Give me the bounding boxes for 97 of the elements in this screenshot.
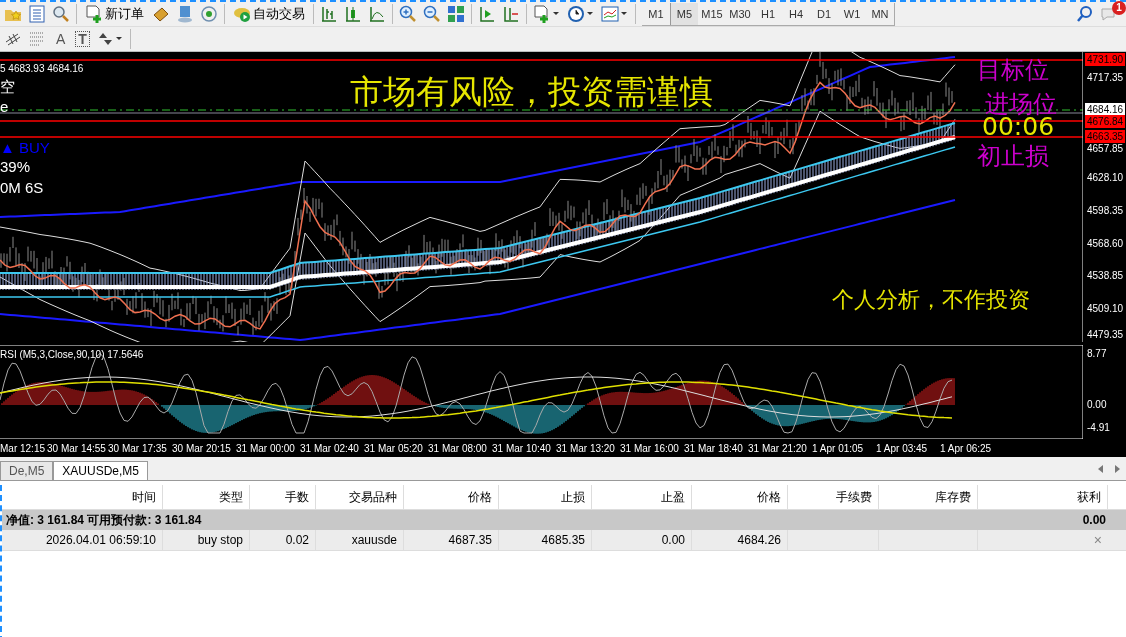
table-cell: 2026.04.01 06:59:10 [45, 533, 156, 547]
price-label: 4628.10 [1086, 171, 1125, 184]
time-label: 31 Mar 05:20 [364, 442, 424, 454]
zoom-in-icon[interactable] [399, 5, 417, 23]
search-icon[interactable] [1076, 5, 1094, 23]
price-label: 4676.84 [1085, 115, 1126, 128]
price-label: 4717.35 [1086, 71, 1125, 84]
clock-dropdown-icon[interactable] [567, 5, 595, 23]
table-cell: 4684.26 [737, 533, 781, 547]
zoom-out-icon[interactable] [423, 5, 441, 23]
price-label: 4731.90 [1085, 53, 1126, 66]
chart-annotation: 初止损 [977, 142, 1049, 171]
timeframe-button[interactable]: M15 [698, 2, 726, 25]
time-label: 31 Mar 13:20 [556, 442, 616, 454]
table-cell: 4685.35 [541, 533, 585, 547]
tile-windows-icon[interactable] [447, 5, 465, 23]
price-label: 4479.35 [1086, 328, 1125, 341]
text-tool[interactable]: A [52, 31, 70, 47]
price-label: 4657.85 [1086, 142, 1125, 155]
column-header[interactable]: 手续费 [788, 485, 879, 509]
account-summary: 净值: 3 161.84 可用预付款: 3 161.84 [6, 511, 202, 529]
template-dropdown-icon[interactable] [601, 5, 629, 23]
table-cell: 0.00 [661, 533, 685, 547]
chart-tab[interactable]: XAUUSDe,M5 [53, 461, 149, 480]
table-cell: xauusde [351, 533, 397, 547]
indicator-title: RSI (M5,3,Close,90,10) 17.5646 [0, 349, 144, 360]
line-chart-icon[interactable] [368, 5, 386, 23]
time-label: 30 Mar 17:35 [108, 442, 168, 454]
time-label: Mar 12:15 [0, 442, 47, 454]
column-header[interactable]: 价格 [692, 485, 788, 509]
column-header[interactable]: 库存费 [879, 485, 978, 509]
column-header[interactable]: 获利 [978, 485, 1108, 509]
info-text: 空 [0, 78, 15, 97]
auto-trading-button[interactable]: 自动交易 [231, 5, 307, 23]
column-header[interactable]: 止盈 [592, 485, 692, 509]
time-label: 31 Mar 02:40 [300, 442, 360, 454]
column-header[interactable]: 时间 [2, 485, 163, 509]
time-label: 30 Mar 14:55 [47, 442, 107, 454]
time-label: 1 Apr 03:45 [876, 442, 929, 454]
chart-annotation: 市场有风险，投资需谨慎 [350, 72, 713, 112]
time-label: 1 Apr 06:25 [940, 442, 993, 454]
timeframe-button[interactable]: H1 [754, 2, 782, 25]
info-text: 39% [0, 158, 31, 175]
candlestick-icon[interactable] [344, 5, 362, 23]
chart-annotation: 目标位 [977, 56, 1049, 85]
scroll-left-icon[interactable] [1098, 465, 1103, 473]
table-cell: buy stop [197, 533, 243, 547]
column-header[interactable]: 止损 [499, 485, 592, 509]
new-chart-dropdown-icon[interactable] [533, 5, 561, 23]
info-text: e [0, 98, 9, 115]
time-label: 31 Mar 18:40 [684, 442, 744, 454]
scroll-right-icon[interactable] [1115, 465, 1120, 473]
timeframe-button[interactable]: M1 [642, 2, 670, 25]
timeframe-button[interactable]: M5 [670, 2, 698, 25]
chart-shift-icon[interactable] [502, 5, 520, 23]
time-label: 1 Apr 01:05 [812, 442, 865, 454]
chart-tab[interactable]: De,M5 [0, 461, 54, 480]
indicator-label: -4.91 [1086, 421, 1111, 434]
bar-chart-icon[interactable] [320, 5, 338, 23]
column-header[interactable]: 手数 [250, 485, 316, 509]
timeframe-button[interactable]: MN [866, 2, 894, 25]
column-header[interactable]: 价格 [404, 485, 499, 509]
info-text: 0M 6S [0, 179, 44, 196]
list-icon[interactable] [28, 5, 46, 23]
play-icon [233, 5, 251, 23]
auto-scroll-icon[interactable] [478, 5, 496, 23]
document-plus-icon [85, 5, 103, 23]
price-quote: 5 4683.93 4684.16 [0, 63, 84, 74]
time-label: 30 Mar 20:15 [172, 442, 232, 454]
magnifier-icon[interactable] [52, 5, 70, 23]
time-label: 31 Mar 00:00 [236, 442, 296, 454]
indicator-label: 0.00 [1086, 398, 1108, 411]
time-label: 31 Mar 21:20 [748, 442, 808, 454]
info-text: ▲ BUY [0, 139, 50, 156]
text-label-tool[interactable]: T [75, 31, 90, 47]
timeframe-button[interactable]: W1 [838, 2, 866, 25]
chart-annotation: 个人分析，不作投资 [832, 287, 1030, 314]
price-label: 4598.35 [1086, 204, 1125, 217]
price-label: 4509.10 [1086, 302, 1125, 315]
price-label: 4568.60 [1086, 237, 1125, 250]
time-label: 31 Mar 08:00 [428, 442, 488, 454]
price-label: 4663.35 [1085, 130, 1126, 143]
time-label: 31 Mar 16:00 [620, 442, 680, 454]
column-header[interactable]: 交易品种 [316, 485, 404, 509]
column-header[interactable]: 类型 [163, 485, 250, 509]
price-label: 4538.85 [1086, 269, 1125, 282]
table-cell: 4687.35 [448, 533, 492, 547]
total-profit: 0.00 [1082, 513, 1106, 527]
timeframe-button[interactable]: D1 [810, 2, 838, 25]
notification-badge: 1 [1112, 1, 1126, 15]
signal-icon[interactable] [200, 5, 218, 23]
time-label: 31 Mar 10:40 [492, 442, 552, 454]
indicator-label: 8.77 [1086, 347, 1108, 360]
table-cell: 0.02 [285, 533, 309, 547]
new-order-button[interactable]: 新订单 [83, 5, 146, 23]
timeframe-button[interactable]: H4 [782, 2, 810, 25]
timeframe-button[interactable]: M30 [726, 2, 754, 25]
